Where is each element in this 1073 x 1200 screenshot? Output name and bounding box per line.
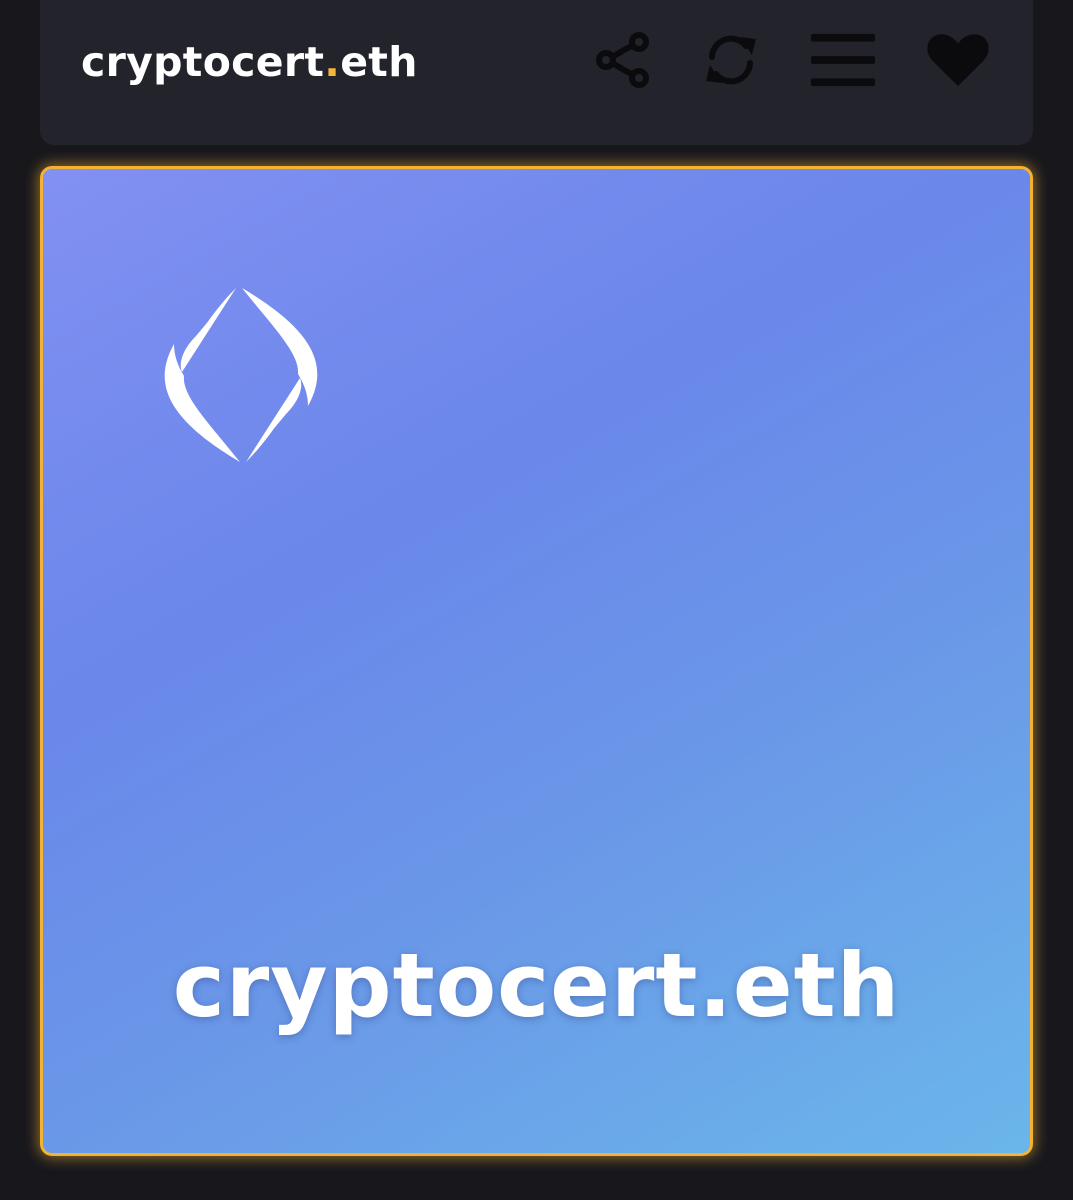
refresh-icon xyxy=(706,35,756,85)
domain-title: cryptocert.eth xyxy=(81,34,418,90)
refresh-button[interactable] xyxy=(699,28,763,92)
domain-dot: . xyxy=(324,38,341,86)
ens-logo-icon xyxy=(164,288,318,462)
share-button[interactable] xyxy=(591,28,655,92)
heart-icon xyxy=(927,34,989,87)
domain-tld: eth xyxy=(340,38,418,86)
domain-name: cryptocert xyxy=(81,38,325,86)
menu-icon xyxy=(811,33,875,87)
menu-button[interactable] xyxy=(811,28,875,92)
favorite-button[interactable] xyxy=(926,28,990,92)
header-bar: cryptocert.eth xyxy=(40,0,1033,145)
share-icon xyxy=(596,32,649,88)
nft-name-label: cryptocert.eth xyxy=(172,934,901,1037)
page: cryptocert.eth cryptocert.eth xyxy=(0,0,1073,1200)
nft-image[interactable]: cryptocert.eth xyxy=(40,166,1033,1156)
